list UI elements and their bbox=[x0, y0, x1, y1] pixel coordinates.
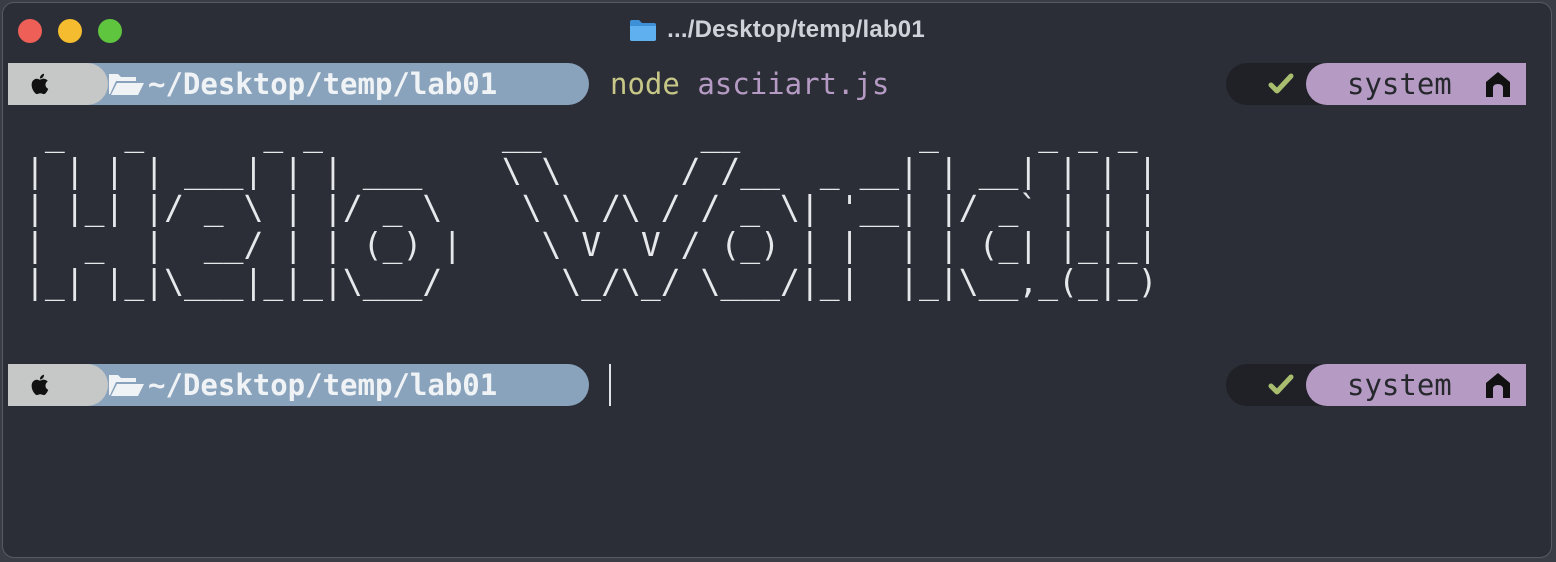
command-line: node asciiart.js bbox=[610, 66, 889, 102]
folder-icon bbox=[629, 18, 657, 42]
os-segment bbox=[8, 63, 108, 105]
open-folder-icon bbox=[106, 71, 146, 97]
apple-icon bbox=[28, 372, 54, 398]
check-icon bbox=[1268, 71, 1294, 97]
os-segment bbox=[8, 364, 108, 406]
context-segment: system bbox=[1306, 364, 1526, 406]
command-argument: asciiart.js bbox=[697, 67, 890, 101]
home-icon bbox=[1484, 70, 1512, 98]
prompt-line-2: ~/Desktop/temp/lab01 system bbox=[8, 364, 1526, 406]
terminal-window: .../Desktop/temp/lab01 ~/Desktop/temp/la… bbox=[2, 2, 1552, 558]
window-title: .../Desktop/temp/lab01 bbox=[667, 16, 925, 43]
home-icon bbox=[1484, 371, 1512, 399]
current-directory: ~/Desktop/temp/lab01 bbox=[148, 368, 498, 402]
path-segment: ~/Desktop/temp/lab01 bbox=[86, 63, 589, 105]
prompt-line-1: ~/Desktop/temp/lab01 node asciiart.js sy… bbox=[8, 63, 1526, 105]
command-name: node bbox=[610, 67, 680, 101]
path-segment: ~/Desktop/temp/lab01 bbox=[86, 364, 589, 406]
text-cursor[interactable] bbox=[609, 364, 611, 406]
apple-icon bbox=[28, 71, 54, 97]
current-directory: ~/Desktop/temp/lab01 bbox=[148, 67, 498, 101]
context-label: system bbox=[1347, 368, 1452, 402]
ascii-art-output: _ _ _ _ __ __ _ _ _ _ | | | | ___| | | _… bbox=[25, 114, 1158, 301]
context-segment: system bbox=[1306, 63, 1526, 105]
title-bar[interactable]: .../Desktop/temp/lab01 bbox=[3, 3, 1551, 57]
context-label: system bbox=[1347, 67, 1452, 101]
open-folder-icon bbox=[106, 372, 146, 398]
check-icon bbox=[1268, 372, 1294, 398]
